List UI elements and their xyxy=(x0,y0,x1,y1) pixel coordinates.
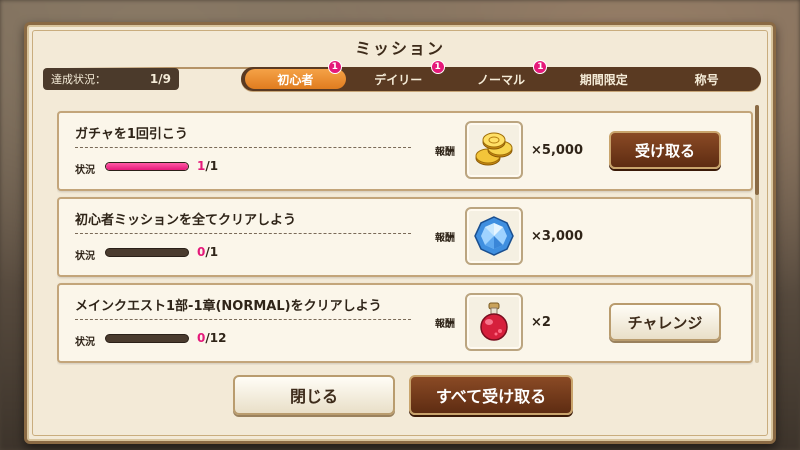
reward-quantity: ×2 xyxy=(531,315,551,330)
mission-row: 初心者ミッションを全てクリアしよう 状況 0/1 報酬 ×3,000 xyxy=(57,197,753,277)
blue-gem-icon xyxy=(465,207,523,265)
reward-label: 報酬 xyxy=(435,233,455,244)
mission-row: ガチャを1回引こう 状況 1/1 報酬 ×5,000 受け取る xyxy=(57,111,753,191)
mission-list[interactable]: ガチャを1回引こう 状況 1/1 報酬 ×5,000 受け取る 初心者ミッション… xyxy=(57,103,753,365)
progress-count: 0/1 xyxy=(197,245,218,259)
mission-tabs: 初心者 1 デイリー 1 ノーマル 1 期間限定 称号 xyxy=(241,60,761,91)
notification-badge: 1 xyxy=(533,60,548,74)
close-button[interactable]: 閉じる xyxy=(233,375,395,415)
tab-label: 初心者 xyxy=(277,72,314,87)
reward-quantity: ×5,000 xyxy=(531,143,584,158)
tab-titles[interactable]: 称号 xyxy=(656,69,757,89)
scrollbar[interactable] xyxy=(755,105,759,363)
achievement-status: 達成状況： 1/9 xyxy=(43,68,179,90)
tab-label: ノーマル xyxy=(476,72,525,87)
tab-label: 期間限定 xyxy=(579,72,628,87)
tab-label: 称号 xyxy=(694,72,719,87)
tab-beginner[interactable]: 初心者 1 xyxy=(245,60,346,89)
progress-count: 0/12 xyxy=(197,331,226,345)
progress-fill xyxy=(106,163,188,170)
progress-bar xyxy=(105,248,189,257)
status-label: 状況 xyxy=(75,165,95,176)
mission-title: メインクエスト1部-1章(NORMAL)をクリアしよう xyxy=(75,299,382,314)
mission-title: ガチャを1回引こう xyxy=(75,127,188,142)
gold-coins-icon xyxy=(465,121,523,179)
red-potion-icon xyxy=(465,293,523,351)
receive-button[interactable]: 受け取る xyxy=(609,131,721,169)
notification-badge: 1 xyxy=(430,60,445,74)
title-bar: ミッション xyxy=(27,25,773,69)
progress-bar xyxy=(105,334,189,343)
progress-total: /1 xyxy=(205,245,219,259)
reward-label: 報酬 xyxy=(435,147,455,158)
achievement-status-value: 1/9 xyxy=(149,72,171,86)
dialog-title: ミッション xyxy=(354,39,445,58)
achievement-status-label: 達成状況： xyxy=(51,73,106,86)
tab-limited[interactable]: 期間限定 xyxy=(553,69,654,89)
tab-daily[interactable]: デイリー 1 xyxy=(348,60,449,89)
divider xyxy=(75,319,411,320)
status-label: 状況 xyxy=(75,251,95,262)
mission-row: メインクエスト1部-1章(NORMAL)をクリアしよう 状況 0/12 報酬 ×… xyxy=(57,283,753,363)
reward-quantity: ×3,000 xyxy=(531,229,584,244)
mission-title: 初心者ミッションを全てクリアしよう xyxy=(75,213,297,228)
receive-all-button[interactable]: すべて受け取る xyxy=(409,375,573,415)
status-label: 状況 xyxy=(75,337,95,348)
mission-dialog: ミッション 達成状況： 1/9 初心者 1 デイリー 1 ノーマル 1 期間限定… xyxy=(24,22,776,444)
challenge-button[interactable]: チャレンジ xyxy=(609,303,721,341)
divider xyxy=(75,233,411,234)
progress-total: /1 xyxy=(205,159,219,173)
progress-bar xyxy=(105,162,189,171)
notification-badge: 1 xyxy=(327,60,342,74)
progress-total: /12 xyxy=(205,331,227,345)
tab-normal[interactable]: ノーマル 1 xyxy=(451,60,552,89)
tab-label: デイリー xyxy=(374,72,423,87)
reward-label: 報酬 xyxy=(435,319,455,330)
progress-count: 1/1 xyxy=(197,159,218,173)
scrollbar-thumb[interactable] xyxy=(755,105,759,195)
divider xyxy=(75,147,411,148)
